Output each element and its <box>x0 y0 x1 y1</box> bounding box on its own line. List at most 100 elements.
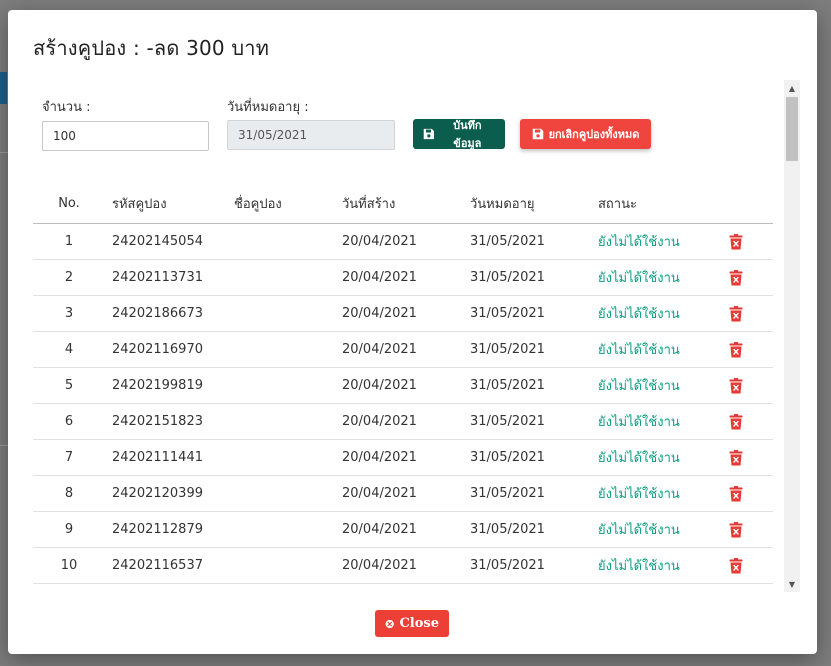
coupon-code: 24202116537 <box>112 558 203 573</box>
trash-icon[interactable] <box>729 521 743 538</box>
table-row: 3 24202186673 20/04/2021 31/05/2021 ยังไม่ได… <box>33 296 773 332</box>
expiry-date: 31/05/2021 <box>470 234 545 249</box>
row-number: 9 <box>64 522 74 537</box>
floppy-disk-icon <box>532 128 543 140</box>
trash-icon[interactable] <box>729 269 743 286</box>
quantity-label: จำนวน : <box>42 100 91 115</box>
header-status: สถานะ <box>598 197 637 212</box>
row-actions <box>717 377 773 394</box>
table-row: 6 24202151823 20/04/2021 31/05/2021 ยังไม่ได… <box>33 404 773 440</box>
expiry-date: 31/05/2021 <box>470 522 545 537</box>
row-actions <box>717 413 773 430</box>
scroll-down-arrow-icon[interactable]: ▼ <box>784 576 800 592</box>
coupon-code: 24202145054 <box>112 234 203 249</box>
status-text: ยังไม่ได้ใช้งาน <box>598 487 680 502</box>
modal-title: สร้างคูปอง : -ลด 300 บาท <box>33 36 270 60</box>
row-number: 10 <box>60 558 78 573</box>
status-text: ยังไม่ได้ใช้งาน <box>589 591 717 592</box>
expiry-date: 31/05/2021 <box>470 306 545 321</box>
trash-icon[interactable] <box>729 377 743 394</box>
coupon-code: 24202116970 <box>112 342 203 357</box>
cancel-all-button-label: ยกเลิกคูปองทั้งหมด <box>548 128 640 141</box>
row-number: 5 <box>64 378 74 393</box>
created-date: 20/04/2021 <box>342 342 417 357</box>
cancel-all-coupons-button[interactable]: ยกเลิกคูปองทั้งหมด <box>520 119 651 149</box>
row-actions <box>717 233 773 250</box>
header-expiry-date: วันหมดอายุ <box>470 197 535 212</box>
expiry-date: 31/05/2021 <box>470 378 545 393</box>
trash-icon[interactable] <box>729 305 743 322</box>
row-number: 4 <box>64 342 74 357</box>
coupon-code: 24202111441 <box>112 450 203 465</box>
close-button[interactable]: Close <box>375 610 449 637</box>
created-date: 20/04/2021 <box>342 378 417 393</box>
scrollbar-thumb[interactable] <box>786 97 798 161</box>
quantity-input[interactable] <box>42 121 209 151</box>
row-number: 3 <box>64 306 74 321</box>
created-date: 20/04/2021 <box>342 450 417 465</box>
created-date: 20/04/2021 <box>342 306 417 321</box>
trash-icon[interactable] <box>729 413 743 430</box>
trash-icon[interactable] <box>729 485 743 502</box>
coupon-code: 24202120399 <box>112 486 203 501</box>
row-actions <box>717 269 773 286</box>
status-text: ยังไม่ได้ใช้งาน <box>598 523 680 538</box>
row-actions <box>717 557 773 574</box>
floppy-disk-icon <box>423 128 435 140</box>
status-text: ยังไม่ได้ใช้งาน <box>598 451 680 466</box>
coupon-code: 24202151823 <box>112 414 203 429</box>
row-actions <box>717 305 773 322</box>
table-row: 9 24202112879 20/04/2021 31/05/2021 ยังไม่ได… <box>33 512 773 548</box>
expiry-date: 31/05/2021 <box>470 270 545 285</box>
expiry-date: 31/05/2021 <box>470 414 545 429</box>
table-row: 8 24202120399 20/04/2021 31/05/2021 ยังไม่ได… <box>33 476 773 512</box>
created-date: 20/04/2021 <box>342 270 417 285</box>
trash-icon[interactable] <box>729 341 743 358</box>
status-text: ยังไม่ได้ใช้งาน <box>598 379 680 394</box>
status-text: ยังไม่ได้ใช้งาน <box>598 343 680 358</box>
row-number: 1 <box>64 234 74 249</box>
status-text: ยังไม่ได้ใช้งาน <box>598 559 680 574</box>
created-date: 20/04/2021 <box>342 522 417 537</box>
expiry-date-input[interactable] <box>227 120 395 150</box>
row-actions <box>717 449 773 466</box>
header-created-date: วันที่สร้าง <box>342 197 396 212</box>
created-date: 20/04/2021 <box>342 558 417 573</box>
close-button-label: Close <box>399 616 439 631</box>
trash-icon[interactable] <box>729 449 743 466</box>
expiry-date: 31/05/2021 <box>470 486 545 501</box>
save-button[interactable]: บันทึกข้อมูล <box>413 119 505 150</box>
trash-icon[interactable] <box>729 557 743 574</box>
trash-icon[interactable] <box>729 233 743 250</box>
created-date: 20/04/2021 <box>342 234 417 249</box>
save-button-label: บันทึกข้อมูล <box>453 119 482 150</box>
table-header: No. รหัสคูปอง ชื่อคูปอง วันที่สร้าง วันห… <box>33 184 773 224</box>
status-text: ยังไม่ได้ใช้งาน <box>598 235 680 250</box>
row-actions <box>717 485 773 502</box>
row-number: 6 <box>64 414 74 429</box>
scroll-up-arrow-icon[interactable]: ▲ <box>784 80 800 96</box>
status-text: ยังไม่ได้ใช้งาน <box>598 271 680 286</box>
coupon-code: 24202112879 <box>112 522 203 537</box>
created-date: 20/04/2021 <box>342 414 417 429</box>
table-row: 5 24202199819 20/04/2021 31/05/2021 ยังไม่ได… <box>33 368 773 404</box>
header-no: No. <box>58 196 80 211</box>
coupon-card: จำนวน : วันที่หมดอายุ : บันทึกข้อมูล ย <box>28 80 792 592</box>
expiry-label: วันที่หมดอายุ : <box>227 100 309 115</box>
row-number: 8 <box>64 486 74 501</box>
vertical-scrollbar[interactable]: ▲ ▼ <box>784 80 800 592</box>
created-date: 20/04/2021 <box>342 486 417 501</box>
row-number: 7 <box>64 450 74 465</box>
table-row: 1 24202145054 20/04/2021 31/05/2021 ยังไม่ได… <box>33 224 773 260</box>
table-body: 1 24202145054 20/04/2021 31/05/2021 ยังไม่ได… <box>33 224 773 592</box>
row-number: 2 <box>64 270 74 285</box>
status-text: ยังไม่ได้ใช้งาน <box>598 307 680 322</box>
background-page-button <box>0 72 7 104</box>
table-row: 10 24202116537 20/04/2021 31/05/2021 ยังไม่ไ… <box>33 548 773 584</box>
modal-body[interactable]: จำนวน : วันที่หมดอายุ : บันทึกข้อมูล ย <box>28 80 800 592</box>
coupon-code: 24202199819 <box>112 378 203 393</box>
create-coupon-modal: สร้างคูปอง : -ลด 300 บาท จำนวน : วันที่ห… <box>8 10 817 654</box>
row-actions <box>717 521 773 538</box>
expiry-date: 31/05/2021 <box>470 450 545 465</box>
expiry-date: 31/05/2021 <box>470 558 545 573</box>
